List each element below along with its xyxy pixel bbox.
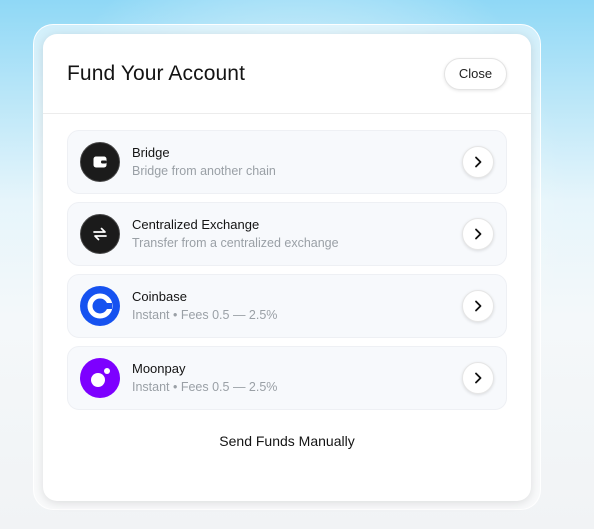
option-subtitle: Instant • Fees 0.5 — 2.5% (132, 308, 278, 322)
wallet-icon (80, 142, 120, 182)
option-title: Bridge (132, 145, 170, 160)
option-subtitle: Bridge from another chain (132, 164, 276, 178)
option-text: Moonpay Instant • Fees 0.5 — 2.5% (132, 360, 462, 396)
moonpay-logo-icon (80, 358, 120, 398)
modal-header: Fund Your Account Close (43, 34, 531, 114)
fund-account-modal: Fund Your Account Close Bridge Bridge fr… (43, 34, 531, 501)
close-button[interactable]: Close (444, 57, 507, 90)
option-title: Centralized Exchange (132, 217, 260, 232)
option-title: Moonpay (132, 361, 186, 376)
chevron-right-icon[interactable] (462, 146, 494, 178)
option-subtitle: Transfer from a centralized exchange (132, 236, 339, 250)
chevron-right-icon[interactable] (462, 290, 494, 322)
option-text: Centralized Exchange Transfer from a cen… (132, 216, 462, 252)
option-bridge[interactable]: Bridge Bridge from another chain (67, 130, 507, 194)
exchange-arrows-icon (80, 214, 120, 254)
option-subtitle: Instant • Fees 0.5 — 2.5% (132, 380, 278, 394)
option-moonpay[interactable]: Moonpay Instant • Fees 0.5 — 2.5% (67, 346, 507, 410)
chevron-right-icon[interactable] (462, 218, 494, 250)
chevron-right-icon[interactable] (462, 362, 494, 394)
modal-title: Fund Your Account (67, 61, 246, 85)
option-title: Coinbase (132, 289, 187, 304)
option-coinbase[interactable]: Coinbase Instant • Fees 0.5 — 2.5% (67, 274, 507, 338)
option-centralized-exchange[interactable]: Centralized Exchange Transfer from a cen… (67, 202, 507, 266)
send-funds-manually-link[interactable]: Send Funds Manually (43, 433, 531, 449)
option-text: Coinbase Instant • Fees 0.5 — 2.5% (132, 288, 462, 324)
option-text: Bridge Bridge from another chain (132, 144, 462, 180)
coinbase-logo-icon (80, 286, 120, 326)
funding-options-list: Bridge Bridge from another chain Central… (43, 114, 531, 410)
